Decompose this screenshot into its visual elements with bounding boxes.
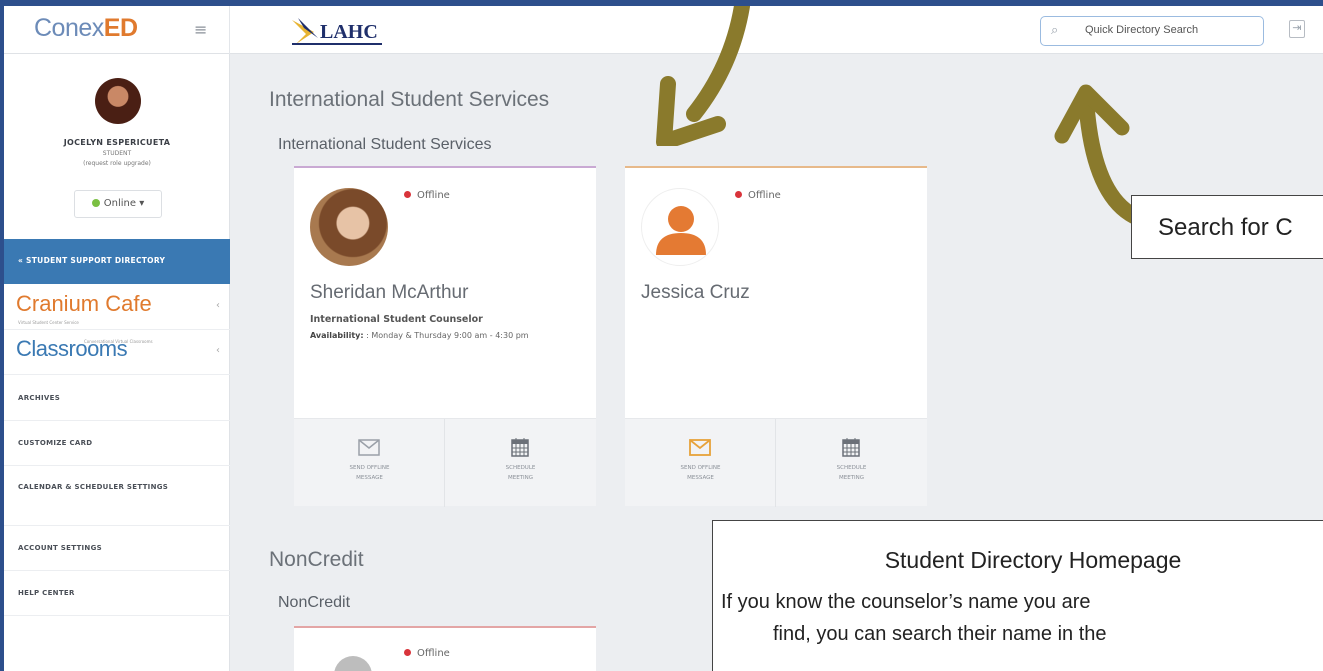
callout-title: Student Directory Homepage	[884, 547, 1182, 573]
user-name: JOCELYN ESPERICUETA	[63, 138, 171, 147]
counselor-title: International Student Counselor	[310, 314, 483, 325]
search-placeholder: Quick Directory Search	[1085, 24, 1199, 36]
menu-icon[interactable]: ≡	[194, 20, 207, 39]
card-actions: SEND OFFLINE MESSAGE SCHEDULE MEETING	[294, 418, 596, 507]
user-avatar[interactable]	[95, 78, 141, 124]
counselor-name[interactable]: Sheridan McArthur	[310, 282, 468, 304]
quick-directory-search[interactable]: ⌕ Quick Directory Search	[1040, 16, 1264, 46]
sidebar-item-classrooms[interactable]: Classrooms Conversational Virtual Classr…	[4, 331, 230, 375]
group-title: International Student Services	[278, 136, 492, 153]
sidebar-item-customize-card[interactable]: CUSTOMIZE CARD	[4, 421, 230, 466]
brand-area: ConexED ≡	[4, 6, 230, 54]
counselor-card: Offline Sheridan McArthur International …	[294, 166, 596, 507]
offline-dot-icon	[735, 191, 742, 198]
sidebar-item-help-center[interactable]: HELP CENTER	[4, 571, 230, 616]
sidebar-item-calendar-scheduler-settings[interactable]: CALENDAR & SCHEDULER SETTINGS	[4, 466, 230, 526]
section-title: International Student Services	[269, 88, 550, 111]
envelope-icon	[689, 439, 711, 456]
status-badge: Offline	[404, 648, 450, 659]
group-title: NonCredit	[278, 594, 351, 611]
app-frame: ConexED ≡ LAHC ⌕ Quick Directory Search …	[0, 0, 1323, 671]
svg-text:LAHC: LAHC	[320, 21, 378, 43]
search-callout: Search for C	[1131, 195, 1323, 259]
card-actions: SEND OFFLINE MESSAGE SCHEDULE MEETING	[625, 418, 927, 507]
status-badge: Offline	[735, 190, 781, 201]
sidebar-item-archives[interactable]: ARCHIVES	[4, 376, 230, 421]
search-icon: ⌕	[1051, 23, 1059, 38]
counselor-photo	[310, 188, 388, 266]
status-badge: Offline	[404, 190, 450, 201]
sidebar-item-student-support-directory[interactable]: « STUDENT SUPPORT DIRECTORY	[4, 239, 230, 284]
homepage-callout: Student Directory Homepage If you know t…	[712, 520, 1323, 671]
offline-dot-icon	[404, 191, 411, 198]
counselor-card: Offline Jessica Cruz SEND OFFLINE MESSAG…	[625, 166, 927, 507]
annotation-arrow-down	[656, 6, 750, 146]
counselor-card: Offline	[294, 626, 596, 671]
cranium-cafe-logo: Cranium Cafe	[16, 291, 152, 316]
request-role-upgrade-link[interactable]: (request role upgrade)	[4, 160, 230, 167]
schedule-meeting-button[interactable]: SCHEDULE MEETING	[776, 419, 927, 507]
chevron-left-icon: ‹	[216, 345, 220, 356]
calendar-icon	[842, 438, 860, 457]
counselor-availability: Availability: : Monday & Thursday 9:00 a…	[310, 331, 529, 340]
user-role: STUDENT	[102, 150, 132, 157]
default-avatar	[334, 656, 372, 671]
callout-text: find, you can search their name in the	[773, 623, 1107, 645]
counselor-name[interactable]: Jessica Cruz	[641, 282, 750, 304]
calendar-icon	[511, 438, 529, 457]
person-icon	[656, 206, 706, 255]
online-status-dropdown[interactable]: Online ▾	[74, 190, 162, 218]
default-avatar	[641, 188, 719, 266]
exit-icon[interactable]: ⇥	[1289, 20, 1305, 38]
sidebar-item-account-settings[interactable]: ACCOUNT SETTINGS	[4, 526, 230, 571]
offline-dot-icon	[404, 649, 411, 656]
college-logo: LAHC	[292, 18, 382, 45]
send-offline-message-button[interactable]: SEND OFFLINE MESSAGE	[625, 419, 776, 507]
sidebar: JOCELYN ESPERICUETA STUDENT (request rol…	[4, 54, 230, 671]
conexed-logo[interactable]: ConexED	[34, 14, 138, 43]
online-dot-icon	[91, 199, 100, 207]
chevron-left-icon: ‹	[216, 300, 220, 311]
callout-text: If you know the counselor’s name you are	[721, 591, 1091, 613]
schedule-meeting-button[interactable]: SCHEDULE MEETING	[445, 419, 596, 507]
sidebar-item-cranium-cafe[interactable]: Cranium Cafe Virtual Student Center Serv…	[4, 286, 230, 330]
send-offline-message-button[interactable]: SEND OFFLINE MESSAGE	[294, 419, 445, 507]
section-title: NonCredit	[269, 548, 364, 571]
envelope-icon	[358, 439, 380, 456]
